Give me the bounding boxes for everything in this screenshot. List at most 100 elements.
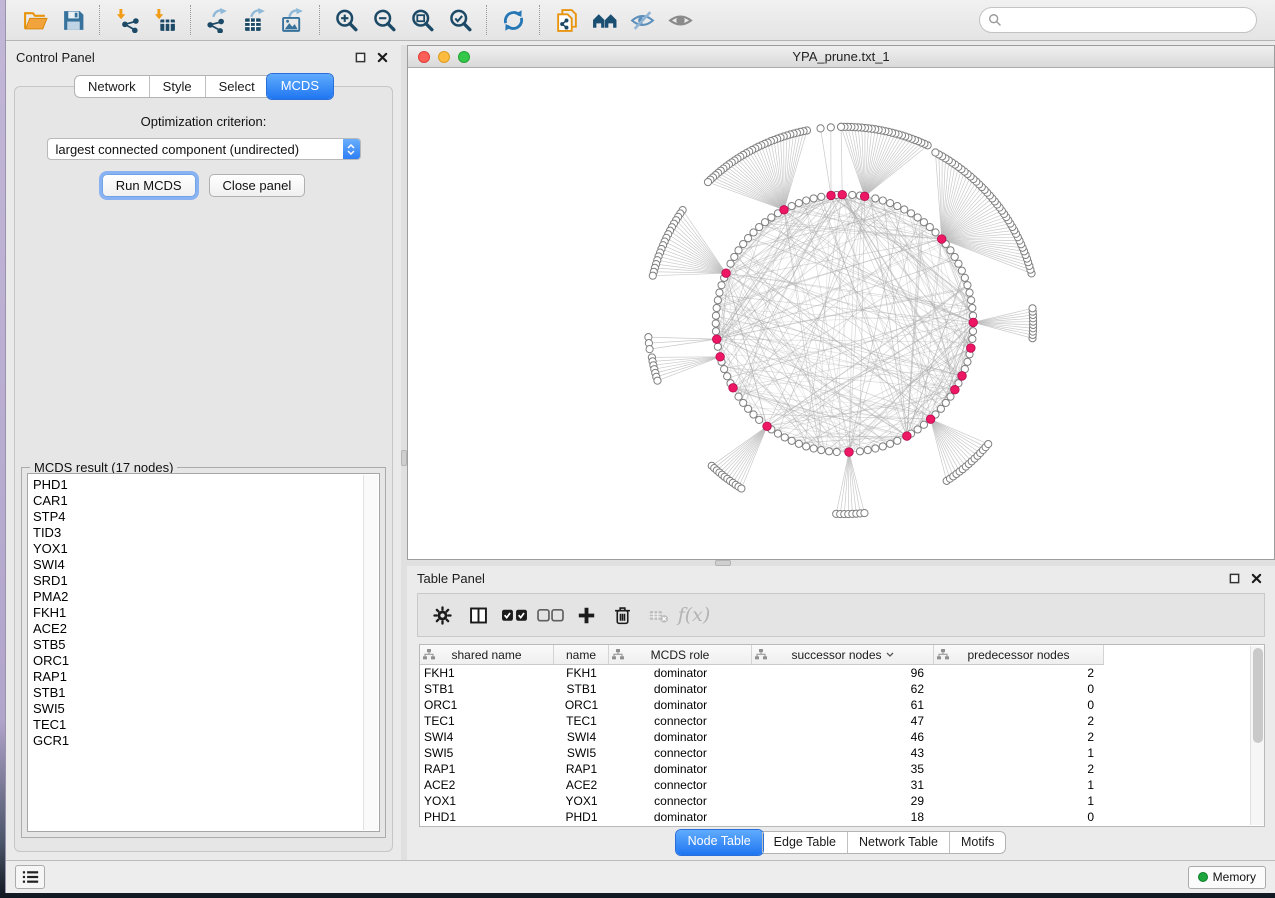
table-row[interactable]: ACE2ACE2connector311 [420,777,1264,793]
table-row[interactable]: YOX1YOX1connector291 [420,793,1264,809]
network-node[interactable] [1029,305,1036,312]
network-hub-node[interactable] [937,235,946,244]
table-row[interactable]: ORC1ORC1dominator610 [420,697,1264,713]
network-hub-node[interactable] [780,206,789,215]
tab-network-table[interactable]: Network Table [847,832,949,853]
network-node[interactable] [942,399,949,406]
table-row[interactable]: SWI4SWI4dominator462 [420,729,1264,745]
column-header-shared-name[interactable]: shared name [420,645,554,664]
network-node[interactable] [887,200,894,207]
result-list-scrollbar[interactable] [363,475,378,830]
network-node[interactable] [738,485,745,492]
network-node[interactable] [955,260,962,267]
network-hub-node[interactable] [969,318,978,327]
network-node[interactable] [716,289,723,296]
table-row[interactable]: STB1STB1dominator620 [420,681,1264,697]
network-node[interactable] [969,304,976,311]
column-header-MCDS-role[interactable]: MCDS role [609,645,752,664]
network-node[interactable] [724,373,731,380]
float-panel-button[interactable] [351,48,369,66]
search-input[interactable] [1007,13,1248,28]
network-node[interactable] [654,377,661,384]
network-node[interactable] [649,272,656,279]
column-header-successor-nodes[interactable]: successor nodes [752,645,934,664]
network-node[interactable] [947,247,954,254]
network-hub-node[interactable] [712,335,721,344]
network-hub-node[interactable] [722,269,731,278]
network-node[interactable] [920,421,927,428]
network-node[interactable] [914,426,921,433]
network-node[interactable] [714,297,721,304]
close-panel-button[interactable] [373,48,391,66]
show-graphics-details-button[interactable] [661,4,699,36]
float-panel-button[interactable] [1225,569,1243,587]
network-node[interactable] [781,434,788,441]
network-hub-node[interactable] [716,353,725,362]
mcds-result-item[interactable]: SWI4 [33,557,379,573]
mcds-result-item[interactable]: PHD1 [33,477,379,493]
network-node[interactable] [964,282,971,289]
network-node[interactable] [937,405,944,412]
network-hub-node[interactable] [763,422,772,431]
columns-button[interactable] [460,598,496,632]
tab-mcds[interactable]: MCDS [267,74,333,99]
scrollbar-thumb[interactable] [1253,648,1263,743]
run-mcds-button[interactable]: Run MCDS [102,174,196,197]
network-node[interactable] [646,346,653,353]
horizontal-splitter[interactable] [407,560,1275,566]
network-node[interactable] [788,437,795,444]
mcds-result-item[interactable]: PMA2 [33,589,379,605]
network-node[interactable] [932,229,939,236]
network-node[interactable] [810,445,817,452]
table-row[interactable]: RAP1RAP1dominator352 [420,761,1264,777]
network-canvas[interactable] [408,68,1274,559]
network-node[interactable] [856,448,863,455]
network-node[interactable] [968,297,975,304]
network-node[interactable] [861,510,868,517]
mcds-result-item[interactable]: STB5 [33,637,379,653]
network-node[interactable] [714,343,721,350]
network-node[interactable] [768,214,775,221]
network-node[interactable] [712,328,719,335]
zoom-in-button[interactable] [327,4,365,36]
network-node[interactable] [795,200,802,207]
network-node[interactable] [907,210,914,217]
hide-graphics-details-button[interactable] [623,4,661,36]
network-node[interactable] [872,195,879,202]
network-node[interactable] [961,274,968,281]
optimization-criterion-select[interactable]: largest connected component (undirected) [47,138,361,160]
network-node[interactable] [721,365,728,372]
export-table-button[interactable] [236,4,274,36]
close-panel-action-button[interactable]: Close panel [209,174,306,197]
export-image-button[interactable] [274,4,312,36]
network-hub-node[interactable] [729,384,738,393]
mcds-result-item[interactable]: SWI5 [33,701,379,717]
memory-button[interactable]: Memory [1188,866,1266,889]
network-node[interactable] [894,203,901,210]
zoom-selected-button[interactable] [441,4,479,36]
mcds-result-item[interactable]: RAP1 [33,669,379,685]
network-node[interactable] [966,289,973,296]
task-history-button[interactable] [15,865,45,889]
tab-select[interactable]: Select [205,76,268,97]
tab-network[interactable]: Network [75,76,149,97]
network-node[interactable] [744,235,751,242]
export-network-button[interactable] [198,4,236,36]
delete-table-button[interactable] [640,598,676,632]
table-row[interactable]: FKH1FKH1dominator962 [420,665,1264,681]
settings-button[interactable] [424,598,460,632]
network-node[interactable] [810,195,817,202]
mcds-result-item[interactable]: ACE2 [33,621,379,637]
mcds-result-item[interactable]: CAR1 [33,493,379,509]
mcds-result-item[interactable]: YOX1 [33,541,379,557]
mcds-result-item[interactable]: TID3 [33,525,379,541]
network-node[interactable] [803,197,810,204]
network-node[interactable] [818,193,825,200]
network-node[interactable] [958,267,965,274]
network-node[interactable] [713,304,720,311]
vertical-splitter[interactable] [401,45,407,860]
network-hub-node[interactable] [860,192,869,201]
zoom-fit-button[interactable] [403,4,441,36]
network-node[interactable] [827,124,834,131]
network-node[interactable] [914,214,921,221]
